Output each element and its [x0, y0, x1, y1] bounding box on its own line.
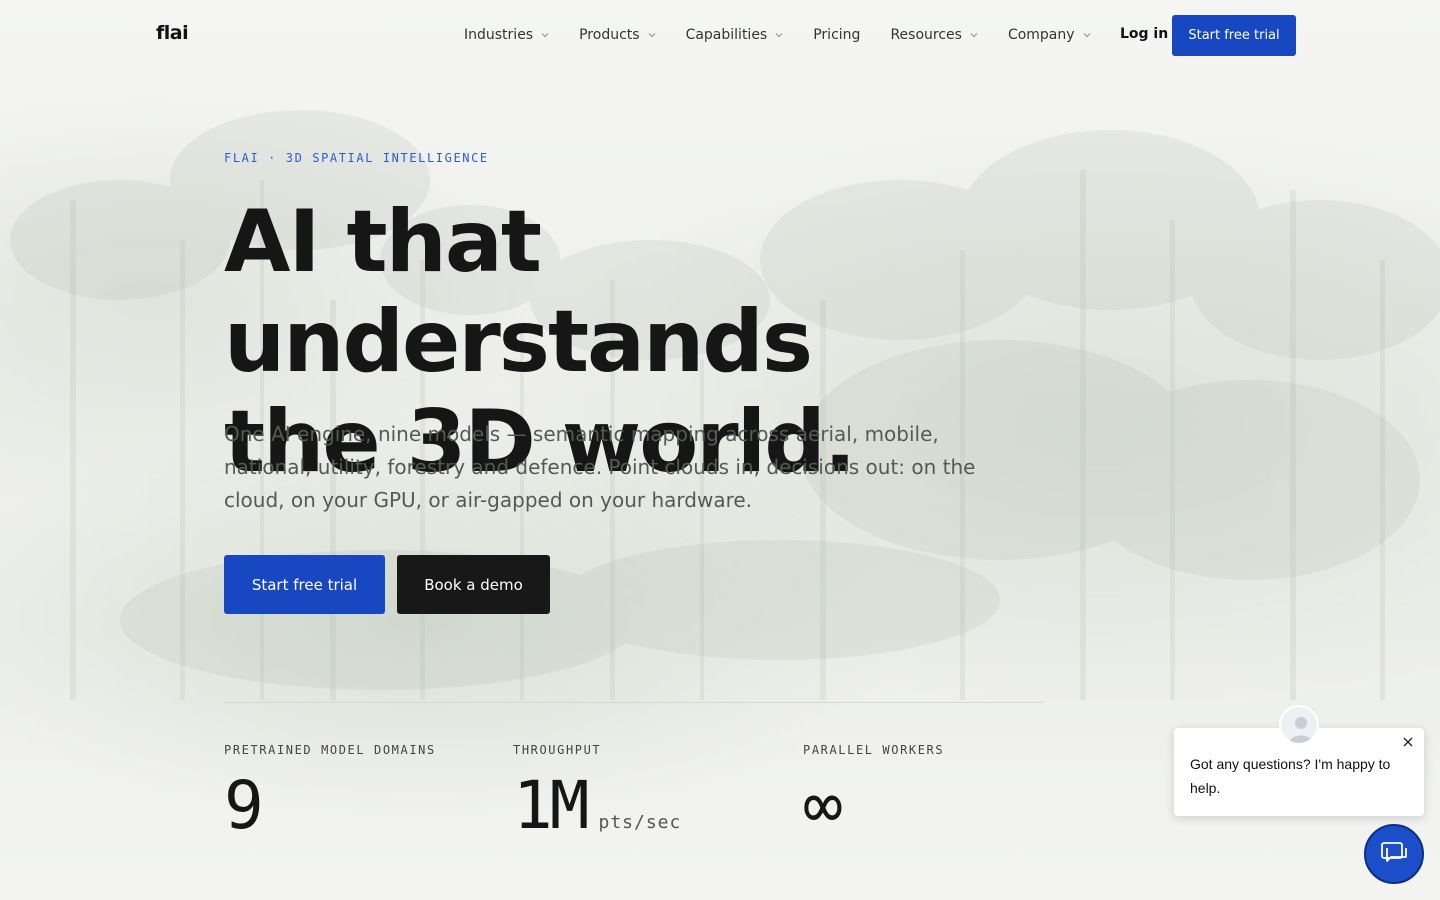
nav-item-pricing[interactable]: Pricing: [813, 24, 860, 46]
chevron-down-icon: [1083, 33, 1090, 38]
stat-label: PRETRAINED MODEL DOMAINS: [224, 743, 436, 757]
nav-item-resources[interactable]: Resources: [890, 24, 978, 46]
start-free-trial-button[interactable]: Start free trial: [224, 555, 385, 614]
chevron-down-icon: [541, 33, 549, 38]
stat-value: 1M: [513, 767, 590, 844]
chevron-down-icon: [970, 33, 978, 38]
stat-parallel-workers: PARALLEL WORKERS ∞: [803, 743, 944, 839]
hero-eyebrow: FLAI · 3D SPATIAL INTELLIGENCE: [224, 151, 489, 165]
stat-label: THROUGHPUT: [513, 743, 602, 757]
chat-icon: [1381, 842, 1407, 862]
nav-item-label: Pricing: [813, 27, 861, 43]
chat-message: Got any questions? I'm happy to help.: [1190, 756, 1391, 796]
stat-model-domains: PRETRAINED MODEL DOMAINS 9: [224, 743, 436, 839]
chevron-down-icon: [775, 33, 783, 38]
stat-throughput: THROUGHPUT 1M pts/sec: [513, 743, 681, 856]
headline-line-1: AI that understands: [224, 192, 813, 392]
stat-value-row: 1M pts/sec: [513, 773, 681, 856]
stat-value-row: ∞: [803, 773, 944, 839]
stat-value: ∞: [803, 767, 843, 844]
stat-unit: pts/sec: [598, 812, 682, 833]
nav-item-label: Resources: [890, 27, 962, 43]
nav-item-company[interactable]: Company: [1008, 24, 1091, 46]
top-navigation: flai Industries Products Capabilities Pr…: [0, 0, 1440, 70]
nav-item-products[interactable]: Products: [579, 24, 655, 46]
stat-value-row: 9: [224, 773, 436, 839]
book-demo-button[interactable]: Book a demo: [397, 555, 550, 614]
chat-launcher-button[interactable]: [1364, 824, 1424, 884]
login-link[interactable]: Log in: [1120, 26, 1168, 42]
nav-start-trial-button[interactable]: Start free trial: [1172, 15, 1296, 56]
stat-label: PARALLEL WORKERS: [803, 743, 945, 757]
nav-item-label: Company: [1007, 27, 1075, 43]
hero-subhead: One AI engine, nine models — semantic ma…: [224, 422, 976, 512]
nav-item-capabilities[interactable]: Capabilities: [686, 24, 784, 46]
nav-item-industries[interactable]: Industries: [464, 24, 549, 46]
agent-avatar: [1279, 705, 1319, 745]
stat-value: 9: [224, 767, 264, 844]
nav-item-label: Capabilities: [685, 27, 768, 43]
nav-item-label: Industries: [464, 27, 534, 43]
chevron-down-icon: [648, 33, 655, 38]
flai-logo[interactable]: flai: [156, 22, 189, 44]
nav-item-label: Products: [579, 27, 640, 43]
stats-divider: [224, 702, 1044, 703]
close-icon[interactable]: [1400, 734, 1416, 750]
nav-links: Industries Products Capabilities Pricing…: [464, 24, 1121, 46]
